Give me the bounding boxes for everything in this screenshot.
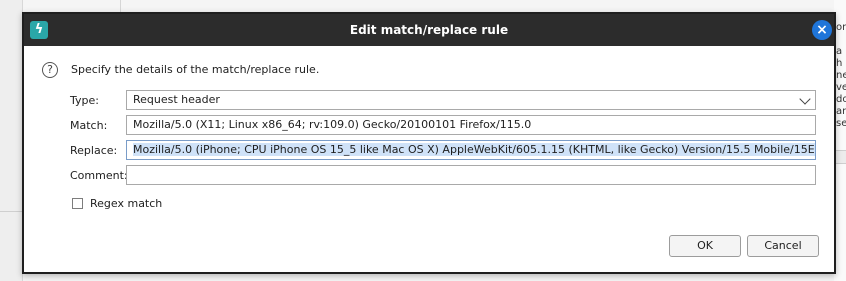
intro-text: Specify the details of the match/replace… <box>71 63 320 76</box>
replace-label: Replace: <box>70 144 118 157</box>
match-input-value: Mozilla/5.0 (X11; Linux x86_64; rv:109.0… <box>133 118 532 131</box>
match-label: Match: <box>70 119 108 132</box>
match-input[interactable]: Mozilla/5.0 (X11; Linux x86_64; rv:109.0… <box>126 115 816 135</box>
help-icon[interactable]: ? <box>42 62 58 78</box>
type-select-value: Request header <box>133 93 220 106</box>
ok-button[interactable]: OK <box>669 235 741 257</box>
background-text-fragment: ve <box>836 82 846 93</box>
replace-input[interactable]: Mozilla/5.0 (iPhone; CPU iPhone OS 15_5 … <box>126 140 816 160</box>
background-divider-horizontal <box>0 211 22 212</box>
background-text-fragment: ar <box>836 106 846 117</box>
regex-match-label: Regex match <box>90 197 163 210</box>
dialog-titlebar[interactable]: ϟ Edit match/replace rule × <box>24 14 834 46</box>
type-select[interactable]: Request header <box>126 90 816 110</box>
comment-label: Comment: <box>70 169 128 182</box>
regex-match-checkbox[interactable] <box>72 198 83 209</box>
replace-input-value: Mozilla/5.0 (iPhone; CPU iPhone OS 15_5 … <box>133 143 815 156</box>
close-icon[interactable]: × <box>812 20 832 40</box>
chevron-down-icon <box>799 93 811 105</box>
background-text-fragment: a <box>836 46 843 57</box>
background-text-fragment: or <box>836 22 846 33</box>
cancel-button[interactable]: Cancel <box>747 235 819 257</box>
background-text-fragment: do <box>836 94 846 105</box>
background-text-fragment: ne <box>836 70 846 81</box>
background-text-fragment: se <box>836 118 846 129</box>
background-text-fragment: h <box>836 58 843 69</box>
dialog-title: Edit match/replace rule <box>349 23 509 37</box>
edit-rule-dialog: ϟ Edit match/replace rule × ? Specify th… <box>22 12 836 274</box>
background-left-panel <box>0 0 23 281</box>
type-label: Type: <box>70 94 99 107</box>
comment-input[interactable] <box>126 165 816 185</box>
